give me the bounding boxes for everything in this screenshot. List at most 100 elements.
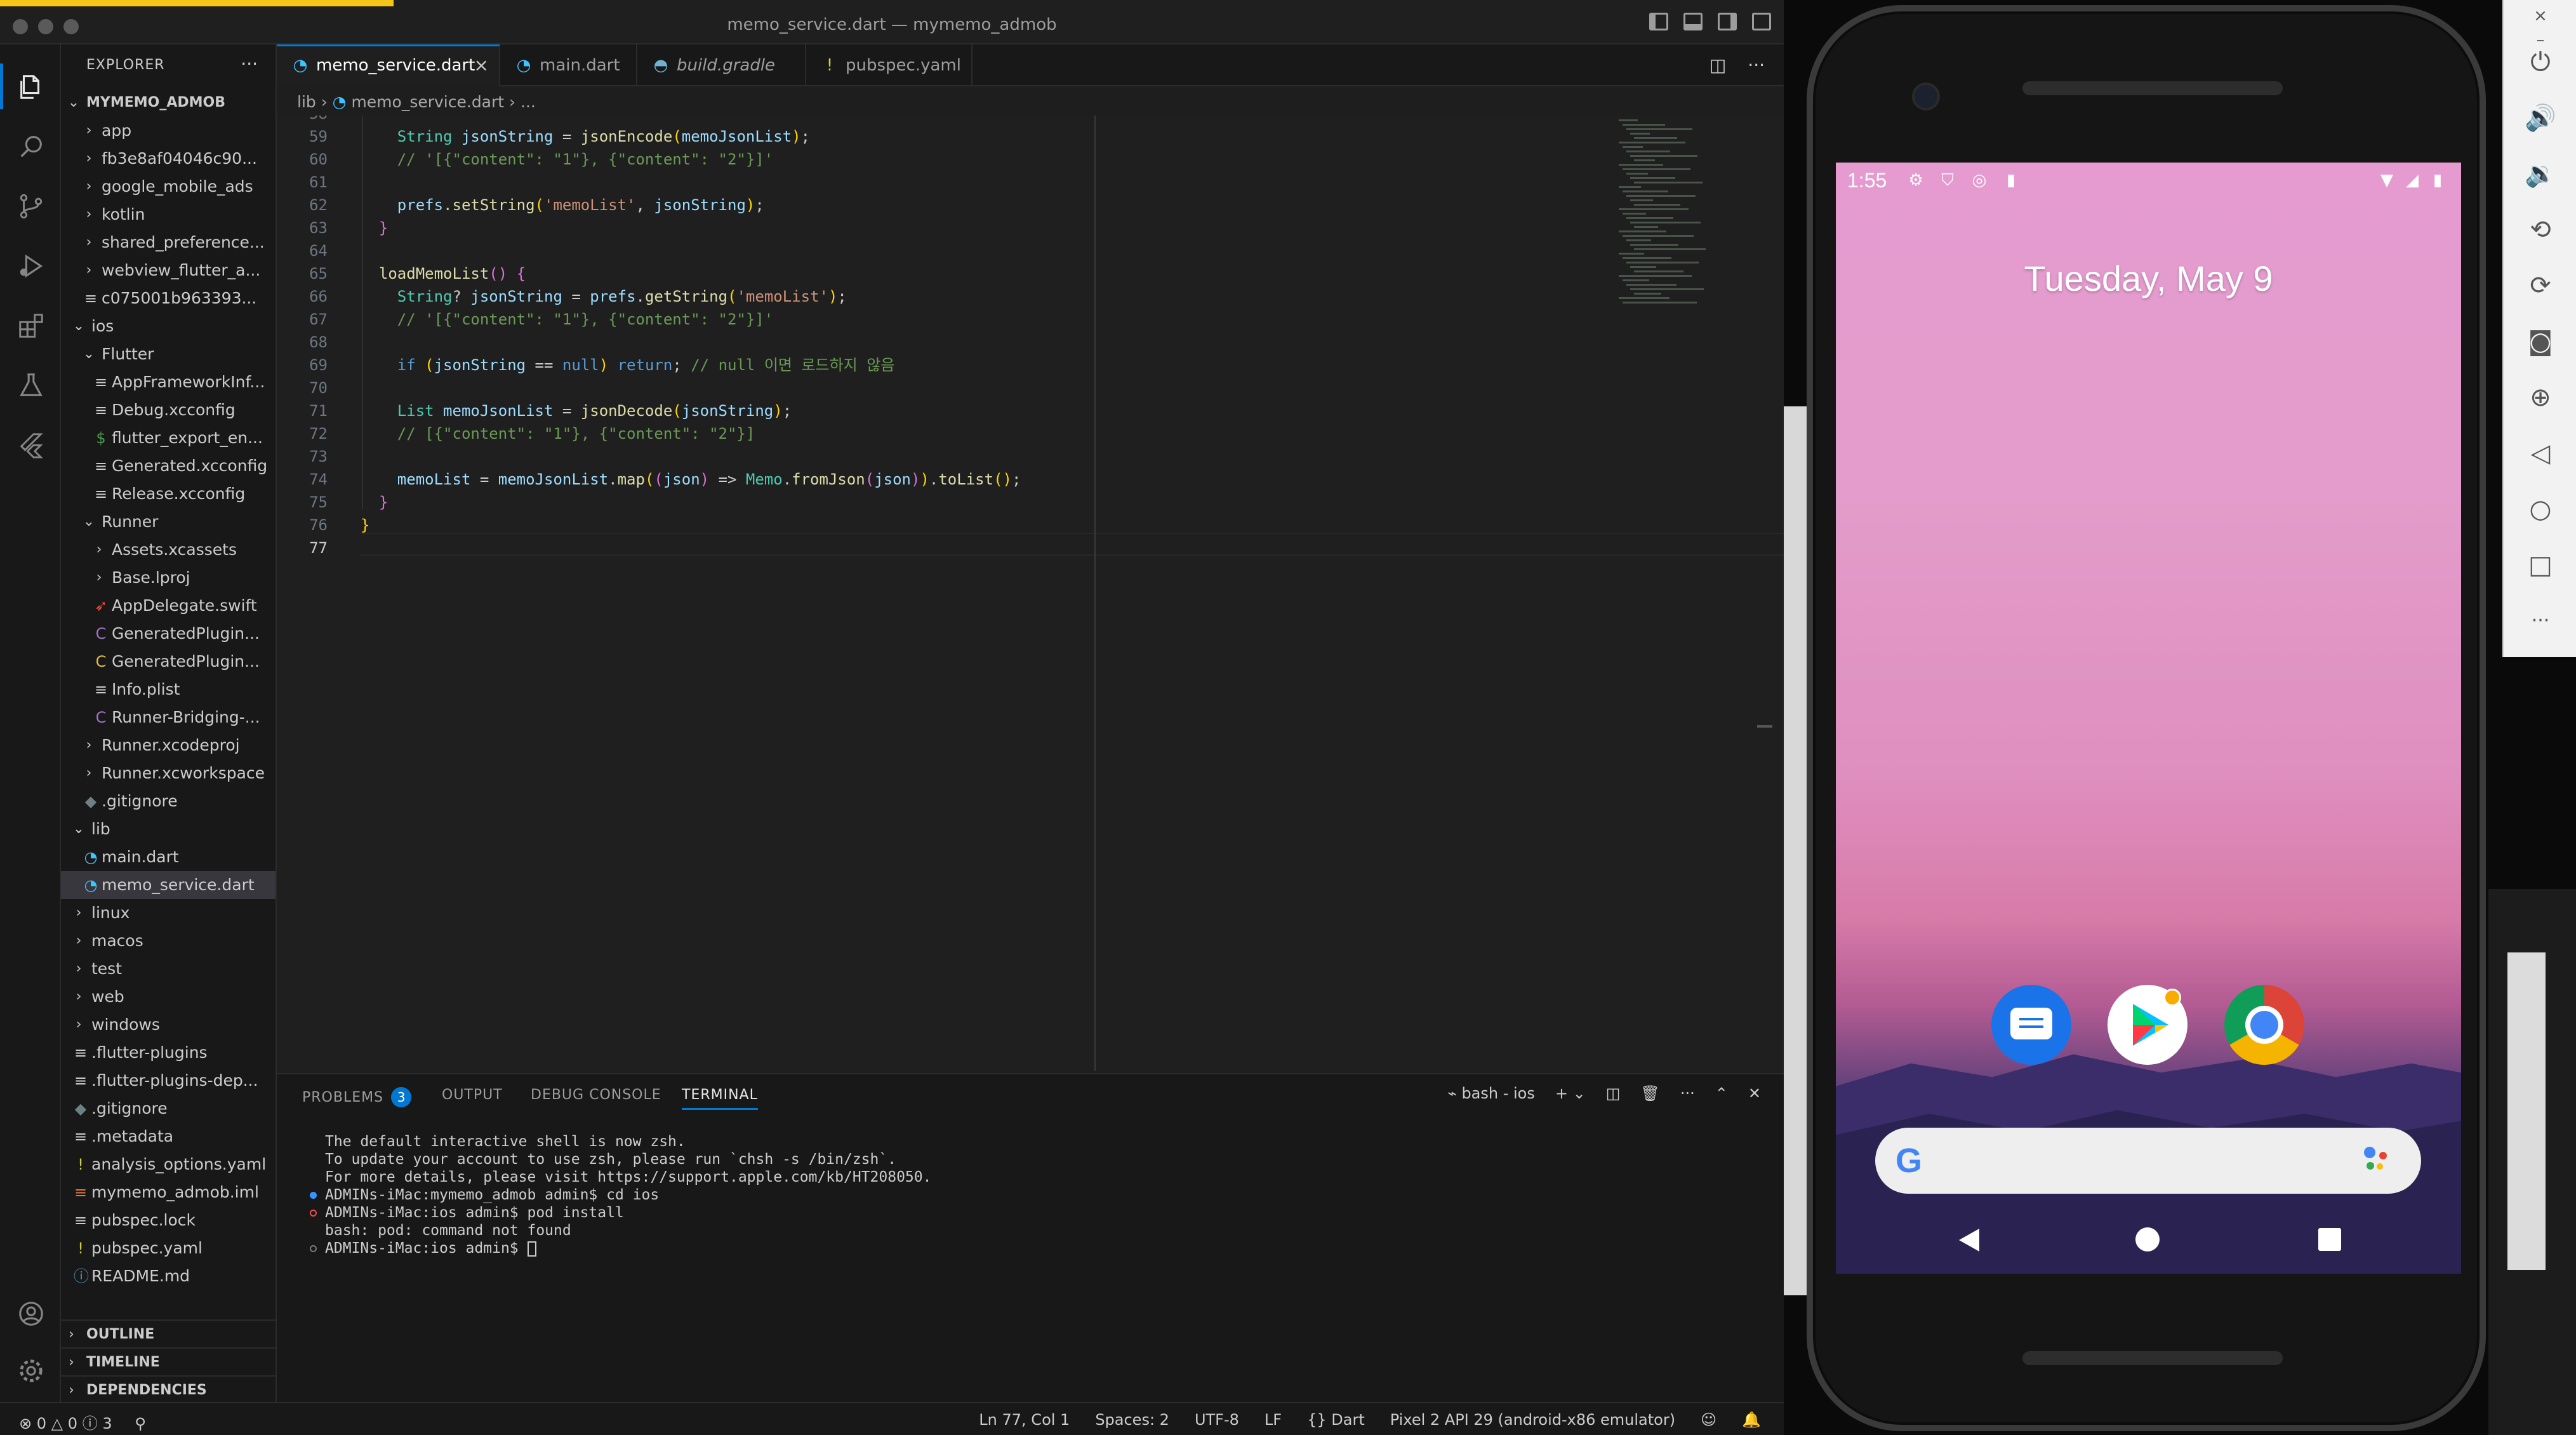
tab-problems[interactable]: PROBLEMS 3 xyxy=(302,1087,412,1107)
folder-item[interactable]: ⌄ Flutter xyxy=(61,340,276,368)
folder-item[interactable]: ⌄ ios xyxy=(61,312,276,340)
file-item[interactable]: ◔ memo_service.dart xyxy=(61,871,276,899)
split-editor-icon[interactable]: ◫ xyxy=(1710,55,1726,76)
file-item[interactable]: ≡ .metadata xyxy=(61,1123,276,1151)
tab-terminal[interactable]: TERMINAL xyxy=(682,1087,758,1110)
file-item[interactable]: $ flutter_export_en... xyxy=(61,424,276,452)
folder-item[interactable]: › test xyxy=(61,955,276,983)
file-item[interactable]: ≡ AppFrameworkInf... xyxy=(61,368,276,396)
close-emulator-button[interactable]: × xyxy=(2533,6,2547,25)
toggle-panel-icon[interactable] xyxy=(1683,13,1703,30)
timeline-section[interactable]: › TIMELINE xyxy=(61,1347,276,1375)
back-icon[interactable] xyxy=(1956,1226,1982,1254)
search-icon[interactable] xyxy=(17,132,46,161)
home-button[interactable] xyxy=(2135,1227,2160,1251)
folder-item[interactable]: › linux xyxy=(61,899,276,927)
volume-down-icon[interactable]: 🔉 xyxy=(2518,156,2563,192)
folder-item[interactable]: › Assets.xcassets xyxy=(61,536,276,564)
power-icon[interactable]: ⏻ xyxy=(2518,44,2563,80)
folder-item[interactable]: › google_mobile_ads xyxy=(61,173,276,201)
file-item[interactable]: C Runner-Bridging-... xyxy=(61,704,276,731)
end-of-line[interactable]: LF xyxy=(1265,1411,1282,1429)
home-date[interactable]: Tuesday, May 9 xyxy=(1836,258,2461,299)
tab-build-gradle[interactable]: ◓ build.gradle xyxy=(637,44,806,86)
cursor-position[interactable]: Ln 77, Col 1 xyxy=(979,1411,1070,1429)
file-item[interactable]: ≡ pubspec.lock xyxy=(61,1206,276,1234)
manage-gear-icon[interactable] xyxy=(17,1356,46,1385)
folder-item[interactable]: › shared_preference... xyxy=(61,229,276,257)
file-item[interactable]: ◆ .gitignore xyxy=(61,787,276,815)
folder-item[interactable]: › Runner.xcodeproj xyxy=(61,731,276,759)
file-item[interactable]: ➶ AppDelegate.swift xyxy=(61,592,276,620)
breadcrumb-folder[interactable]: lib xyxy=(297,93,316,111)
tab-debug-console[interactable]: DEBUG CONSOLE xyxy=(531,1087,661,1103)
recents-button[interactable] xyxy=(2318,1228,2341,1251)
breadcrumb-file[interactable]: memo_service.dart xyxy=(351,93,504,111)
file-item[interactable]: ≡ Info.plist xyxy=(61,676,276,704)
screenshot-camera-icon[interactable]: ◙ xyxy=(2518,324,2563,359)
split-terminal-icon[interactable]: ◫ xyxy=(1606,1085,1621,1102)
project-root[interactable]: ⌄ MYMEMO_ADMOB xyxy=(61,89,276,117)
more-actions-icon[interactable]: ··· xyxy=(1680,1085,1695,1102)
terminal-output[interactable]: The default interactive shell is now zsh… xyxy=(302,1133,1762,1257)
file-item[interactable]: ⓘ README.md xyxy=(61,1262,276,1290)
chrome-icon[interactable] xyxy=(2224,985,2304,1065)
assistant-icon[interactable] xyxy=(2364,1147,2375,1158)
zoom-icon[interactable]: ⊕ xyxy=(2518,380,2563,415)
command-status-icon[interactable] xyxy=(310,1245,317,1252)
rotate-left-icon[interactable]: ⟲ xyxy=(2518,212,2563,248)
minimap[interactable] xyxy=(1616,116,1743,319)
folder-item[interactable]: › macos xyxy=(61,927,276,955)
tab-output[interactable]: OUTPUT xyxy=(442,1087,503,1103)
home-icon[interactable]: ○ xyxy=(2518,491,2563,527)
dependencies-section[interactable]: › DEPENDENCIES xyxy=(61,1375,276,1403)
file-item[interactable]: ≡ .flutter-plugins xyxy=(61,1039,276,1067)
file-item[interactable]: ! pubspec.yaml xyxy=(61,1234,276,1262)
problems-status[interactable]: ⊗ 0 △ 0 ⓘ 3 ⚲ xyxy=(19,1411,146,1433)
kill-terminal-icon[interactable]: 🗑 xyxy=(1640,1085,1659,1102)
folder-item[interactable]: ⌄ Runner xyxy=(61,508,276,536)
messages-icon[interactable] xyxy=(1991,985,2071,1065)
more-options-icon[interactable]: ··· xyxy=(2518,603,2563,639)
file-item[interactable]: ≡ Release.xcconfig xyxy=(61,480,276,508)
editor-scrollbar[interactable] xyxy=(1757,725,1772,728)
file-item[interactable]: ! analysis_options.yaml xyxy=(61,1151,276,1178)
file-item[interactable]: ◆ .gitignore xyxy=(61,1095,276,1123)
device-selector[interactable]: Pixel 2 API 29 (android-x86 emulator) xyxy=(1390,1411,1675,1429)
explorer-more-button[interactable]: ··· xyxy=(241,53,258,74)
terminal-selector[interactable]: ⌁ bash - ios xyxy=(1447,1085,1535,1102)
file-item[interactable]: C GeneratedPlugin... xyxy=(61,648,276,676)
source-control-icon[interactable] xyxy=(17,192,46,221)
run-debug-icon[interactable] xyxy=(17,251,46,281)
extensions-icon[interactable] xyxy=(17,311,46,340)
file-item[interactable]: ≡ .flutter-plugins-dep... xyxy=(61,1067,276,1095)
close-tab-icon[interactable]: × xyxy=(474,46,489,84)
toggle-secondary-sidebar-icon[interactable] xyxy=(1718,13,1737,30)
tab-memo-service[interactable]: ◔ memo_service.dart × xyxy=(277,44,500,86)
file-item[interactable]: ≡ Generated.xcconfig xyxy=(61,452,276,480)
rotate-right-icon[interactable]: ⟳ xyxy=(2518,268,2563,304)
command-status-icon[interactable] xyxy=(310,1210,317,1217)
feedback-icon[interactable]: ☺ xyxy=(1701,1411,1716,1429)
folder-item[interactable]: › webview_flutter_a... xyxy=(61,257,276,284)
folder-item[interactable]: › web xyxy=(61,983,276,1011)
folder-item[interactable]: › windows xyxy=(61,1011,276,1039)
toggle-sidebar-icon[interactable] xyxy=(1649,13,1668,30)
explorer-icon[interactable] xyxy=(17,72,46,102)
outline-section[interactable]: › OUTLINE xyxy=(61,1319,276,1347)
folder-item[interactable]: › kotlin xyxy=(61,201,276,229)
customize-layout-icon[interactable] xyxy=(1752,13,1771,30)
folder-item[interactable]: › Base.lproj xyxy=(61,564,276,592)
indentation[interactable]: Spaces: 2 xyxy=(1095,1411,1169,1429)
new-terminal-icon[interactable]: + ⌄ xyxy=(1555,1085,1586,1102)
google-search-bar[interactable]: G xyxy=(1875,1128,2421,1194)
language-mode[interactable]: {} Dart xyxy=(1307,1411,1365,1429)
file-item[interactable]: ≡ Debug.xcconfig xyxy=(61,396,276,424)
code-editor[interactable]: 58 59 String jsonString = jsonEncode(memo… xyxy=(277,116,1784,1071)
folder-item[interactable]: › app xyxy=(61,117,276,145)
file-item[interactable]: ◔ main.dart xyxy=(61,843,276,871)
back-icon[interactable]: ◁ xyxy=(2518,436,2563,471)
overview-icon[interactable]: □ xyxy=(2518,547,2563,583)
folder-item[interactable]: › Runner.xcworkspace xyxy=(61,759,276,787)
more-actions-icon[interactable]: ··· xyxy=(1748,55,1765,76)
